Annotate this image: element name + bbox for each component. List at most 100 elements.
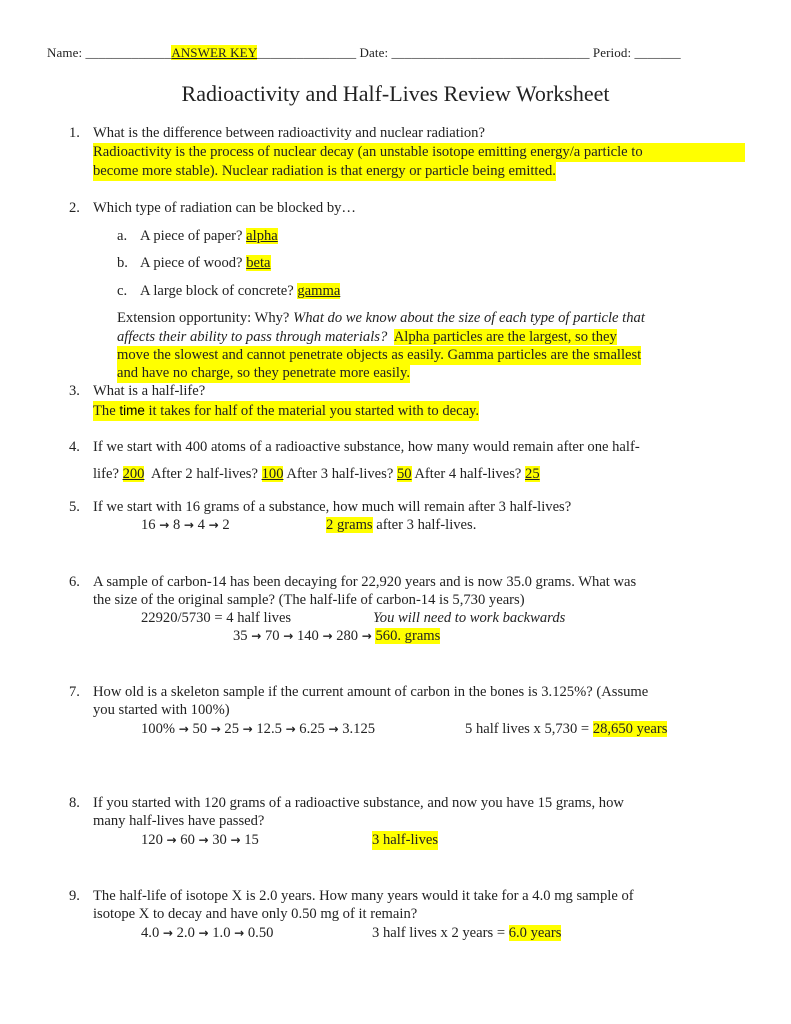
work-step: 140	[296, 628, 319, 644]
question-text: the size of the original sample? (The ha…	[93, 592, 525, 608]
question-number: 6.	[69, 574, 80, 590]
question-number: 5.	[69, 499, 80, 515]
answer-line: 3 half lives x 2 years = 6.0 years	[372, 924, 562, 943]
page-title: Radioactivity and Half-Lives Review Work…	[181, 81, 610, 106]
part-c: A large block of concrete? gamma	[140, 282, 341, 301]
answer: 25	[525, 466, 540, 482]
arrow-icon: →	[210, 722, 221, 736]
arrow-icon: →	[322, 629, 333, 643]
work-step: 8	[172, 517, 181, 533]
answer: 200	[122, 466, 145, 482]
question-text: If we start with 400 atoms of a radioact…	[93, 439, 640, 455]
arrow-icon: →	[159, 518, 170, 532]
work-step: 100%	[141, 721, 176, 737]
answer-line: become more stable). Nuclear radiation i…	[93, 162, 556, 181]
part-a: A piece of paper? alpha	[140, 227, 278, 246]
answer: 6.0 years	[508, 925, 562, 941]
question-number: 3.	[69, 383, 80, 399]
part-letter: a.	[117, 228, 128, 244]
arrow-icon: →	[166, 833, 177, 847]
part-text: A piece of wood?	[140, 255, 247, 271]
extension-answer: move the slowest and cannot penetrate ob…	[117, 346, 642, 365]
work-step: 30	[212, 832, 227, 848]
arrow-icon: →	[198, 833, 209, 847]
question-number: 9.	[69, 888, 80, 904]
question-text: If you started with 120 grams of a radio…	[93, 795, 624, 811]
question-answers: life? 200 After 2 half-lives? 100 After …	[93, 465, 540, 484]
work-chain: 100% → 50 → 25 → 12.5 → 6.25 → 3.125	[141, 720, 375, 739]
name-label: Name:	[47, 45, 86, 60]
part-text: A piece of paper?	[140, 228, 247, 244]
work-step: 12.5	[256, 721, 282, 737]
work-step: 15	[244, 832, 259, 848]
answer: beta	[246, 255, 271, 271]
extension-answer: Alpha particles are the largest, so they	[393, 329, 617, 345]
extension-answer: and have no charge, so they penetrate mo…	[117, 364, 410, 383]
question-text: The half-life of isotope X is 2.0 years.…	[93, 888, 634, 904]
work-step: 70	[264, 628, 280, 644]
question-number: 4.	[69, 439, 80, 455]
arrow-icon: →	[285, 722, 296, 736]
work-step: 2	[222, 517, 230, 533]
work-step: 35	[233, 628, 248, 644]
arrow-icon: →	[178, 722, 189, 736]
question-text: What is the difference between radioacti…	[93, 125, 485, 141]
text: After 3 half-lives?	[283, 466, 397, 482]
part-letter: b.	[117, 255, 128, 271]
question-text: many half-lives have passed?	[93, 813, 265, 829]
calculation: 22920/5730 = 4 half lives	[141, 610, 292, 626]
extension-question: What do we know about the size of each t…	[293, 310, 645, 326]
answer-line: 2 grams after 3 half-lives.	[326, 516, 476, 535]
part-text: A large block of concrete?	[140, 283, 298, 299]
work-step: 50	[192, 721, 208, 737]
name-blank: _____________	[85, 45, 172, 60]
question-text: How old is a skeleton sample if the curr…	[93, 684, 649, 700]
answer-text: The	[93, 403, 120, 419]
arrow-icon: →	[328, 722, 339, 736]
part-b: A piece of wood? beta	[140, 254, 271, 273]
arrow-icon: →	[242, 722, 253, 736]
date-blank: ______________________________	[391, 45, 590, 60]
question-number: 1.	[69, 125, 80, 141]
answer-emphasis: time	[119, 403, 145, 418]
answer: 560. grams	[375, 628, 441, 644]
text: After 4 half-lives?	[411, 466, 526, 482]
question-text: A sample of carbon-14 has been decaying …	[93, 574, 637, 590]
work-step: 120	[141, 832, 163, 848]
arrow-icon: →	[230, 833, 241, 847]
question-number: 2.	[69, 200, 80, 216]
name-blank-after: _______________	[257, 45, 357, 60]
arrow-icon: →	[251, 629, 262, 643]
answer: gamma	[297, 283, 341, 299]
arrow-icon: →	[208, 518, 219, 532]
answer-line: Radioactivity is the process of nuclear …	[93, 143, 745, 162]
question-number: 7.	[69, 684, 80, 700]
arrow-icon: →	[162, 926, 173, 940]
answer: alpha	[246, 228, 278, 244]
answer: 28,650 years	[592, 721, 668, 737]
name-value: ANSWER KEY	[171, 45, 258, 60]
answer: 3 half-lives	[372, 831, 439, 850]
question-text: isotope X to decay and have only 0.50 mg…	[93, 906, 418, 922]
work-chain: 35 → 70 → 140 → 280 → 560. grams	[233, 627, 441, 646]
period-label: Period:	[589, 45, 635, 60]
work-step: 6.25	[299, 721, 325, 737]
work-step: 280	[336, 628, 359, 644]
work-step: 16	[141, 517, 156, 533]
work-steps: 35 → 70 → 140 → 280	[233, 628, 362, 644]
answer-line: 5 half lives x 5,730 = 28,650 years	[465, 720, 668, 739]
date-label: Date:	[356, 45, 392, 60]
work-chain: 4.0 → 2.0 → 1.0 → 0.50	[141, 924, 273, 943]
text: life?	[93, 466, 123, 482]
answer-text: after 3 half-lives.	[372, 517, 477, 533]
calculation: 5 half lives x 5,730 =	[465, 721, 593, 737]
work-step: 1.0	[212, 925, 231, 941]
work-step: 60	[180, 832, 195, 848]
period-blank: _______	[634, 45, 681, 60]
question-text: What is a half-life?	[93, 383, 206, 399]
answer-text: it takes for half of the material you st…	[144, 403, 480, 419]
extension-line-1: Extension opportunity: Why? What do we k…	[117, 309, 645, 328]
part-letter: c.	[117, 283, 128, 299]
question-text: Which type of radiation can be blocked b…	[93, 200, 357, 216]
arrow-icon: →	[361, 629, 372, 643]
